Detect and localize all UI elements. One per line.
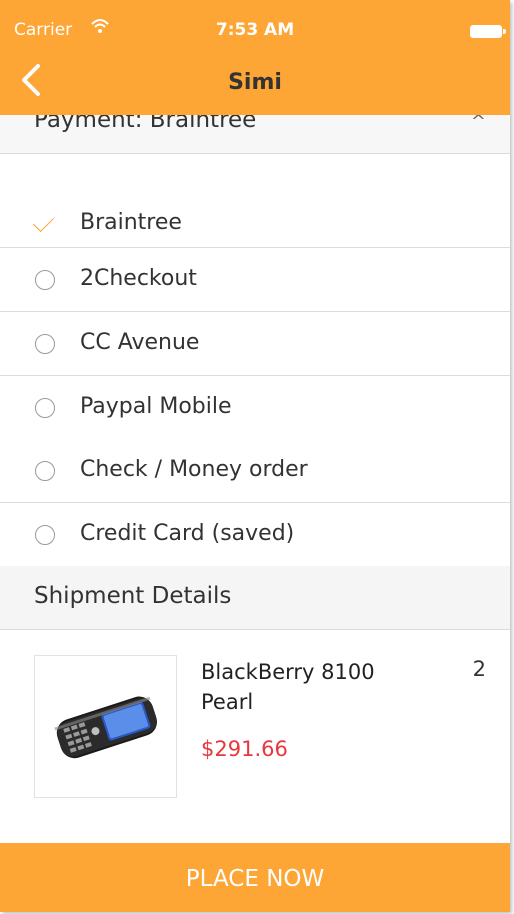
payment-option-check-money-order[interactable]: Check / Money order (0, 439, 510, 503)
payment-option-label: 2Checkout (80, 266, 197, 291)
product-name[interactable]: BlackBerry 8100 Pearl (201, 657, 421, 717)
product-price: $291.66 (201, 737, 288, 761)
payment-option-2checkout[interactable]: 2Checkout (0, 248, 510, 312)
payment-option-label: Check / Money order (80, 457, 308, 482)
shipment-details-label: Shipment Details (34, 583, 232, 609)
radio-icon[interactable] (35, 461, 55, 481)
payment-option-paypal-mobile[interactable]: Paypal Mobile (0, 376, 510, 440)
radio-icon[interactable] (35, 525, 55, 545)
payment-option-cc-avenue[interactable]: CC Avenue (0, 312, 510, 376)
product-image[interactable] (34, 655, 177, 798)
payment-option-credit-card-saved[interactable]: Credit Card (saved) (0, 503, 510, 567)
radio-icon[interactable] (35, 334, 55, 354)
payment-option-label: Credit Card (saved) (80, 521, 295, 546)
radio-icon[interactable] (35, 398, 55, 418)
place-order-button[interactable]: PLACE NOW (0, 843, 510, 912)
status-time: 7:53 AM (215, 20, 295, 40)
product-quantity: 2 (472, 657, 486, 681)
checkmark-icon (32, 210, 55, 233)
navigation-bar: Carrier 7:53 AM Simi (0, 0, 510, 115)
radio-icon[interactable] (35, 270, 55, 290)
payment-option-braintree[interactable]: Braintree (0, 154, 510, 248)
shipment-item[interactable]: BlackBerry 8100 Pearl 2 $291.66 (0, 630, 510, 840)
status-bar: Carrier 7:53 AM (0, 0, 510, 40)
payment-section-header[interactable]: Payment: Braintree ^ (0, 107, 510, 154)
app-title: Simi (228, 70, 282, 95)
payment-option-label: CC Avenue (80, 330, 200, 355)
payment-option-label: Braintree (80, 210, 182, 235)
battery-icon (470, 25, 506, 38)
shipment-section-header: Shipment Details (0, 566, 510, 630)
app-screen: Carrier 7:53 AM Simi Payment: Braintree … (0, 0, 510, 912)
payment-option-label: Paypal Mobile (80, 394, 232, 419)
